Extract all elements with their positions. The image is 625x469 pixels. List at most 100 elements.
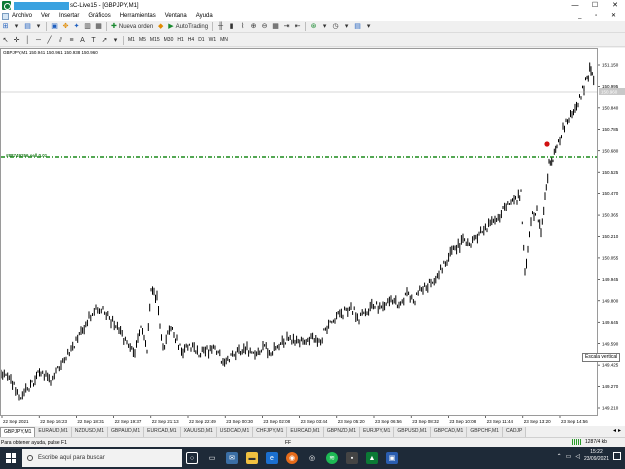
market-watch-icon[interactable]: ▣ [50,22,59,31]
dropdown-icon[interactable]: ▾ [34,22,43,31]
candlestick-icon[interactable]: ▮ [227,22,236,31]
new-order-button[interactable]: ✚ Nueva orden [110,22,154,31]
autoscroll-icon[interactable]: ⇥ [282,22,291,31]
minimize-button[interactable]: — [565,0,585,11]
title-bar: sC-Live15 - [GBPJPY,M1] — ☐ ✕ [0,0,625,11]
menu-archivo[interactable]: Archivo [12,13,32,19]
chart-tab-eurjpy[interactable]: EURJPY,M1 [360,427,395,437]
system-clock[interactable]: 15:22 23/09/2021 [584,449,609,463]
indicators-icon[interactable]: ⊛ [309,22,318,31]
chart-tab-cadjpy[interactable]: CADJP [502,427,527,437]
metatrader-icon[interactable]: ▲ [366,452,378,464]
trendline-icon[interactable]: ╱ [45,36,54,45]
network-icon[interactable]: ▭ [566,453,572,460]
timeframe-h1[interactable]: H1 [177,37,183,43]
chart-tab-nzdusd[interactable]: NZDUSD,M1 [71,427,109,437]
chart-tab-chfjpy[interactable]: CHFJPY,M1 [253,427,288,437]
chart-shift-icon[interactable]: ⇤ [293,22,302,31]
metaeditor-icon[interactable]: ◆ [156,22,165,31]
zoom-in-icon[interactable]: ⊕ [249,22,258,31]
timeframe-h4[interactable]: H4 [188,37,194,43]
firefox-icon[interactable]: ◉ [286,452,298,464]
chart-tab-gbpjpy[interactable]: GBPJPY,M1 [0,427,36,437]
timeframe-m15[interactable]: M15 [150,37,160,43]
chart-window-icon[interactable] [2,12,9,20]
timeframe-m30[interactable]: M30 [164,37,174,43]
chart-tab-gbpusd[interactable]: GBPUSD,M1 [394,427,431,437]
chart-tab-eurcad-2[interactable]: EURCAD,M1 [287,427,324,437]
new-chart-icon[interactable]: ⊞ [1,22,10,31]
app-icon-generic-2[interactable]: ▣ [386,452,398,464]
zoom-out-icon[interactable]: ⊖ [260,22,269,31]
taskbar-search[interactable]: Escribe aquí para buscar [22,449,182,467]
entry-marker [544,141,550,147]
menu-ayuda[interactable]: Ayuda [196,13,213,19]
text-icon[interactable]: A [78,36,87,45]
line-chart-icon[interactable]: ⌇ [238,22,247,31]
timeframe-w1[interactable]: W1 [209,37,217,43]
profiles-icon[interactable]: ▤ [23,22,32,31]
terminal-icon[interactable]: ▥ [83,22,92,31]
strategy-tester-icon[interactable]: ▦ [94,22,103,31]
volume-icon[interactable]: ◁ [575,453,580,460]
menu-insertar[interactable]: Insertar [59,13,79,19]
tile-windows-icon[interactable]: ▦ [271,22,280,31]
price-chart[interactable] [0,48,598,416]
mdi-window-controls[interactable]: _ ▫ ✕ [578,11,622,21]
crosshair-icon[interactable]: ✛ [12,36,21,45]
timeframe-m5[interactable]: M5 [139,37,146,43]
search-icon [27,455,33,461]
app-icon-generic[interactable]: ▪ [346,452,358,464]
cortana-icon[interactable]: ○ [186,452,198,464]
timeframe-d1[interactable]: D1 [198,37,204,43]
tab-scroll-arrows[interactable]: ◂▸ [613,427,623,434]
cursor-icon[interactable]: ↖ [1,36,10,45]
dropdown-icon[interactable]: ▾ [111,36,120,45]
chrome-icon[interactable]: ◎ [306,452,318,464]
timeframe-mn[interactable]: MN [220,37,228,43]
chart-tab-gbpnzd[interactable]: GBPNZD,M1 [323,427,360,437]
task-view-icon[interactable]: ▭ [206,452,218,464]
mail-icon[interactable]: ✉ [226,452,238,464]
chart-tab-euraud[interactable]: EURAUD,M1 [35,427,72,437]
edge-icon[interactable]: e [266,452,278,464]
dropdown-icon[interactable]: ▾ [320,22,329,31]
windows-start-icon[interactable] [6,453,16,463]
chart-tab-gbpchf[interactable]: GBPCHF,M1 [467,427,503,437]
fibonacci-icon[interactable]: ≡ [67,36,76,45]
maximize-button[interactable]: ☐ [585,0,605,11]
menu-ventana[interactable]: Ventana [165,13,187,19]
dropdown-icon[interactable]: ▾ [12,22,21,31]
bar-chart-icon[interactable]: ╫ [216,22,225,31]
dropdown-icon[interactable]: ▾ [342,22,351,31]
chart-tab-xauusd[interactable]: XAUUSD,M1 [180,427,217,437]
navigator-icon[interactable]: ✦ [72,22,81,31]
spotify-icon[interactable]: ≋ [326,452,338,464]
chart-tab-eurcad[interactable]: EURCAD,M1 [144,427,181,437]
close-button[interactable]: ✕ [605,0,625,11]
equidistant-channel-icon[interactable]: ⫽ [56,36,65,45]
autotrading-button[interactable]: ▶ AutoTrading [167,22,209,31]
chart-tab-gbpcad[interactable]: GBPCAD,M1 [430,427,468,437]
menu-herramientas[interactable]: Herramientas [120,13,156,19]
dropdown-icon[interactable]: ▾ [364,22,373,31]
timeframe-m1[interactable]: M1 [128,37,135,43]
time-tick-label: 23 Sep 03:44 [301,419,328,424]
chart-tab-usdcad[interactable]: USDCAD,M1 [216,427,254,437]
drawing-toolbar: ↖ ✛ │ ─ ╱ ⫽ ≡ A T ➚ ▾ M1 M5 M15 M30 H1 H… [0,34,625,47]
clock-date: 23/09/2021 [583,456,609,462]
file-explorer-icon[interactable]: ▬ [246,452,258,464]
chart-tab-gbpaud[interactable]: GBPAUD,M1 [108,427,145,437]
menu-ver[interactable]: Ver [41,13,50,19]
templates-icon[interactable]: ▤ [353,22,362,31]
periods-icon[interactable]: ◷ [331,22,340,31]
menu-graficos[interactable]: Gráficos [88,13,110,19]
arrows-icon[interactable]: ➚ [100,36,109,45]
data-window-icon[interactable]: ✥ [61,22,70,31]
notifications-icon[interactable] [613,452,621,460]
label-icon[interactable]: T [89,36,98,45]
tray-expand-icon[interactable]: ⌃ [557,453,562,460]
horizontal-line-icon[interactable]: ─ [34,36,43,45]
vertical-line-icon[interactable]: │ [23,36,32,45]
price-tick-label: 149.210 [602,406,619,411]
